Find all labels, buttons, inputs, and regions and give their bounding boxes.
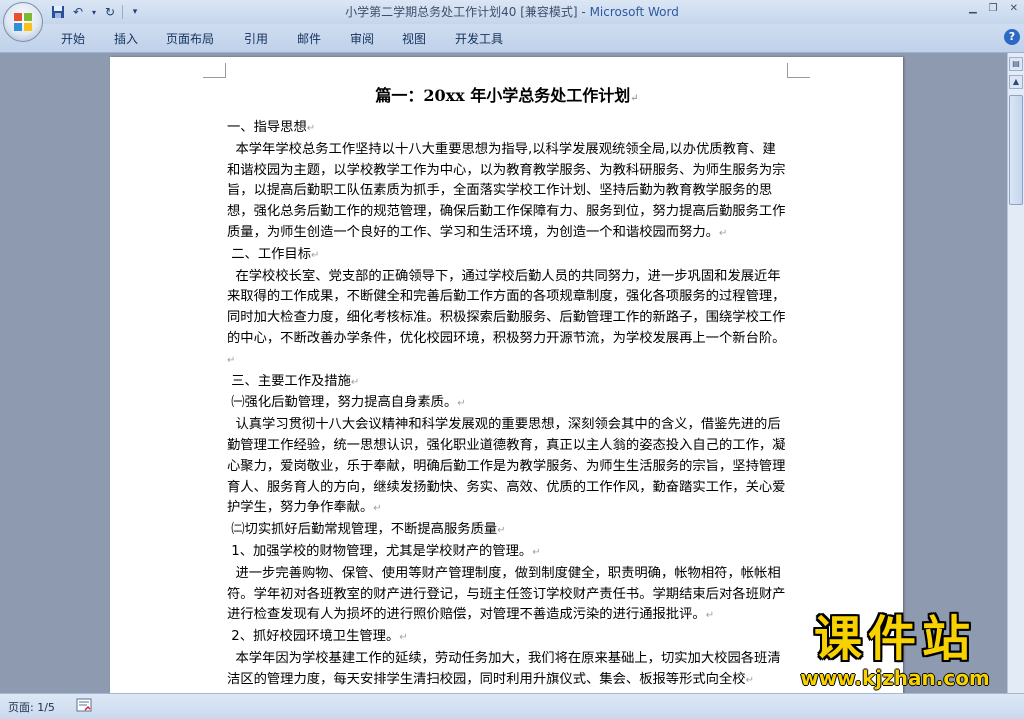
paragraph-mark: ↵ xyxy=(705,610,715,622)
ruler-toggle-icon[interactable]: ▤ xyxy=(1009,57,1023,71)
tab-page-layout[interactable]: 页面布局 xyxy=(166,30,214,47)
paragraph: 认真学习贯彻十八大会议精神和科学发展观的重要思想，深刻领会其中的含义，借鉴先进的… xyxy=(227,417,786,516)
paragraph-mark: ↵ xyxy=(311,249,320,261)
help-icon[interactable]: ? xyxy=(1004,29,1020,45)
tab-review[interactable]: 审阅 xyxy=(350,30,374,47)
ribbon-tabs: 开始 插入 页面布局 引用 邮件 审阅 视图 开发工具 ? xyxy=(0,24,1024,53)
app-name: Microsoft Word xyxy=(589,5,679,19)
paragraph: 本学年学校总务工作坚持以十八大重要思想为指导,以科学发展观统领全局,以办优质教育… xyxy=(227,141,786,240)
minimize-icon[interactable]: ▁ xyxy=(969,3,977,14)
status-bar: 页面: 1/5 xyxy=(0,693,1024,719)
scroll-thumb[interactable] xyxy=(1009,95,1023,205)
window-controls: ▁ ❐ ✕ xyxy=(969,3,1018,14)
paragraph-mark: ↵ xyxy=(306,123,316,134)
paragraph: ㈠强化后勤管理，努力提高自身素质。↵ xyxy=(227,395,466,411)
paragraph-mark: ↵ xyxy=(532,546,541,558)
paragraph-mark: ↵ xyxy=(497,525,506,537)
office-button-icon xyxy=(14,13,32,31)
paragraph: 2、抓好校园环境卫生管理。↵ xyxy=(227,629,408,645)
office-button[interactable] xyxy=(3,2,43,42)
document-name: 小学第二学期总务处工作计划40 [兼容模式] - xyxy=(345,5,590,19)
crop-mark-left xyxy=(203,63,226,78)
tab-view[interactable]: 视图 xyxy=(402,30,426,47)
document-area: 篇一：20xx 年小学总务处工作计划↵ 一、指导思想↵ 本学年学校总务工作坚持以… xyxy=(0,53,1007,693)
document-body[interactable]: 篇一：20xx 年小学总务处工作计划↵ 一、指导思想↵ 本学年学校总务工作坚持以… xyxy=(227,81,787,692)
paragraph: 本学年因为学校基建工作的延续，劳动任务加大，我们将在原来基础上，切实加大校园各班… xyxy=(227,650,781,687)
tab-home[interactable]: 开始 xyxy=(61,30,85,47)
paragraph-list: 一、指导思想↵ 本学年学校总务工作坚持以十八大重要思想为指导,以科学发展观统领全… xyxy=(227,118,787,692)
watermark-url: www.kjzhan.com xyxy=(800,666,990,690)
title-bar: ↶ ▾ ↻ ▾ 小学第二学期总务处工作计划40 [兼容模式] - Microso… xyxy=(0,0,1024,24)
watermark-title: 课件站 xyxy=(813,611,976,667)
paragraph-mark: ↵ xyxy=(399,632,408,644)
scroll-up-arrow-icon[interactable]: ▲ xyxy=(1009,75,1023,89)
watermark-logo: 课件站 www.kjzhan.com xyxy=(770,610,1020,695)
document-title: 篇一：20xx 年小学总务处工作计划↵ xyxy=(375,86,639,105)
paragraph-mark: ↵ xyxy=(718,227,728,239)
window-title: 小学第二学期总务处工作计划40 [兼容模式] - Microsoft Word xyxy=(0,0,1024,24)
paragraph-mark: ↵ xyxy=(457,398,466,410)
paragraph: 二、工作目标↵ xyxy=(227,246,320,262)
tab-references[interactable]: 引用 xyxy=(244,30,268,47)
paragraph: 在学校校长室、党支部的正确领导下，通过学校后勤人员的共同努力，进一步巩固和发展近… xyxy=(227,268,786,366)
paragraph-mark: ↵ xyxy=(350,376,360,388)
close-icon[interactable]: ✕ xyxy=(1010,3,1018,14)
paragraph: 进一步完善购物、保管、使用等财产管理制度，做到制度健全，职责明确，帐物相符，帐帐… xyxy=(227,565,786,623)
crop-mark-right xyxy=(787,63,810,78)
document-page[interactable]: 篇一：20xx 年小学总务处工作计划↵ 一、指导思想↵ 本学年学校总务工作坚持以… xyxy=(110,57,903,693)
paragraph: ㈡切实抓好后勤常规管理，不断提高服务质量↵ xyxy=(227,522,506,538)
page-indicator[interactable]: 页面: 1/5 xyxy=(8,699,55,715)
tab-mailings[interactable]: 邮件 xyxy=(297,30,321,47)
paragraph-mark: ↵ xyxy=(227,354,236,366)
vertical-scrollbar[interactable]: ▤ ▲ xyxy=(1007,53,1024,693)
restore-icon[interactable]: ❐ xyxy=(989,3,998,14)
paragraph: 一、指导思想↵ xyxy=(227,120,316,135)
paragraph-mark: ↵ xyxy=(745,674,754,686)
tab-developer[interactable]: 开发工具 xyxy=(455,30,503,47)
paragraph: 1、加强学校的财物管理，尤其是学校财产的管理。↵ xyxy=(227,543,541,559)
tab-insert[interactable]: 插入 xyxy=(114,30,138,47)
paragraph-mark: ↵ xyxy=(373,503,382,515)
paragraph: 三、主要工作及措施↵ xyxy=(227,373,360,389)
spell-check-icon[interactable] xyxy=(76,698,92,712)
